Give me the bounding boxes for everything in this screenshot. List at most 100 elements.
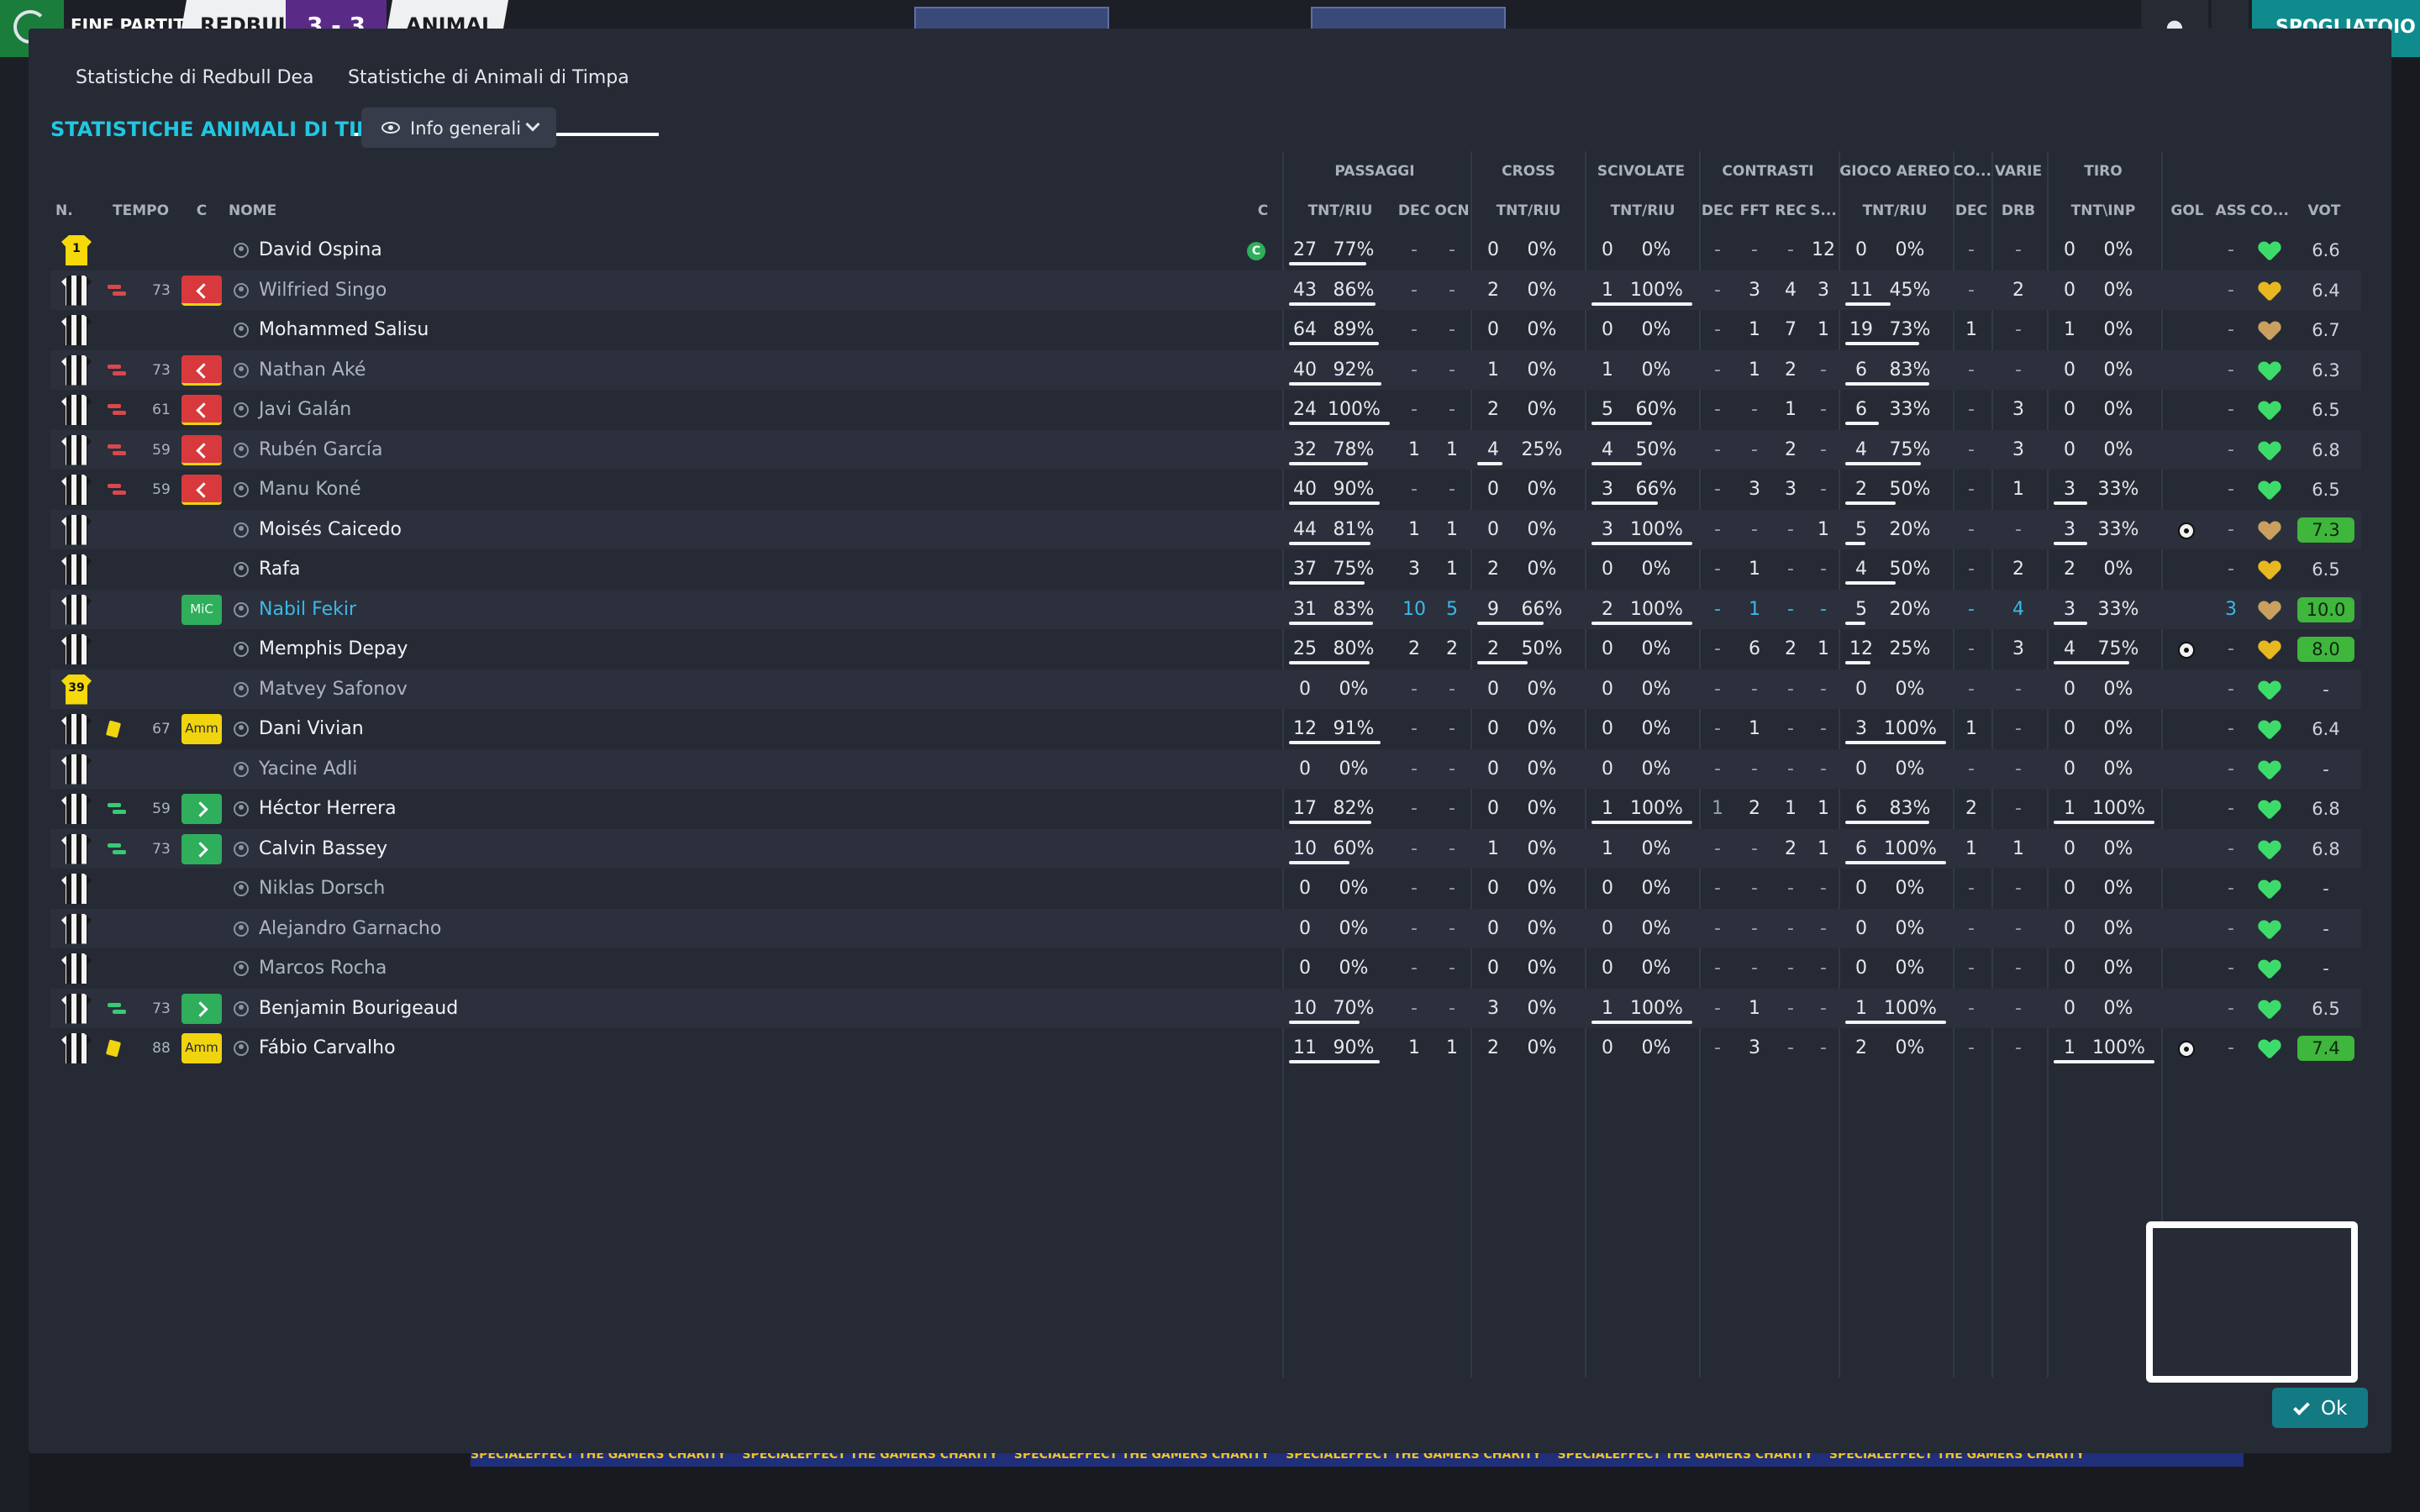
view-dropdown[interactable]: Info generali — [361, 108, 556, 148]
column-header-contr_dec[interactable]: DEC — [1699, 202, 1736, 219]
player-name[interactable]: Moisés Caicedo — [259, 519, 402, 540]
shirt-icon — [61, 953, 92, 984]
crosses-pct: 0% — [1527, 758, 1557, 780]
player-row[interactable]: Yacine Adli 0 0% - - 0 0% 0 0% - - - - 0 0% - - 0 0% - - — [50, 748, 2361, 789]
column-header-rec[interactable]: REC — [1773, 202, 1808, 219]
player-name[interactable]: Nathan Aké — [259, 360, 366, 381]
player-name[interactable]: Dani Vivian — [259, 718, 364, 739]
column-header-dec[interactable]: DEC — [1393, 202, 1435, 219]
headers-attempts: 12 — [1849, 638, 1873, 659]
contests-dec: - — [1714, 678, 1721, 700]
recoveries: 2 — [1785, 438, 1797, 460]
column-header-fft[interactable]: FFT — [1736, 202, 1773, 219]
column-header-s[interactable]: S... — [1808, 202, 1839, 219]
shots-pct: 0% — [2103, 758, 2133, 780]
player-row[interactable]: Mohammed Salisu 64 89% - -0 0% 0 0% -1 7 1 19 73% 1-1… — [50, 310, 2361, 350]
column-header-nome[interactable]: NOME — [229, 202, 296, 219]
headers-attempts: 0 — [1855, 678, 1867, 700]
player-row[interactable]: 67 Amm Dani Vivian 12 91% - - 0 0% 0 0% - 1 - - 3 100% 1 -… — [50, 709, 2361, 749]
shots-attempts: 1 — [2064, 798, 2075, 819]
player-name[interactable]: Yacine Adli — [259, 759, 357, 780]
column-header-tempo[interactable]: TEMPO — [113, 202, 169, 219]
player-name[interactable]: Fábio Carvalho — [259, 1037, 396, 1058]
tab-away-stats[interactable]: Statistiche di Animali di Timpa — [348, 67, 629, 88]
chances-created: - — [1449, 917, 1455, 939]
screen-minimap[interactable] — [2146, 1221, 2358, 1383]
recoveries: - — [1787, 917, 1794, 939]
tackles-pct: 0% — [1641, 1037, 1671, 1058]
player-row[interactable]: Moisés Caicedo 44 81% 1 1 0 0% 3 100% - - -1 5 20% - -3… — [50, 509, 2361, 549]
subbed-off-badge — [182, 354, 222, 386]
sub-out-icon — [108, 484, 126, 496]
headers-pct: 0% — [1895, 758, 1925, 780]
column-header-co_dec[interactable]: DEC — [1953, 202, 1990, 219]
player-row[interactable]: Alejandro Garnacho 0 0% - - 0 0% 0 0% - - - - 0 0% - - 0 0… — [50, 908, 2361, 948]
headers-attempts: 0 — [1855, 878, 1867, 899]
player-row[interactable]: 59 Héctor Herrera 17 82% - -0 0% 1 100% 1 2 1 1 6 83% 2… — [50, 789, 2361, 829]
player-name[interactable]: Benjamin Bourigeaud — [259, 998, 458, 1019]
contests-dec: - — [1714, 917, 1721, 939]
player-name[interactable]: Calvin Bassey — [259, 838, 387, 859]
player-row[interactable]: 73 Wilfried Singo 43 86% - -2 0% 1 100% -3 4 3 11 45%… — [50, 270, 2361, 310]
passes-attempts: 12 — [1293, 718, 1317, 739]
player-row[interactable]: 59 Manu Koné 40 90% - - 0 0% 3 66% - 3 3 - 2 50% - 1 3 33% -… — [50, 470, 2361, 510]
player-row[interactable]: 73 Nathan Aké 40 92% - - 1 0% 1 0% - 1 2 - 6 83% - - 0 0% - 6… — [50, 349, 2361, 390]
rating-badge: 6.5 — [2312, 559, 2340, 580]
player-row[interactable]: Memphis Depay 25 80% 2 2 2 50% 0 0% -6 2 1 12 25% -3 4 7… — [50, 629, 2361, 669]
column-header-vot[interactable]: VOT — [2299, 202, 2349, 219]
rating-badge: 10.0 — [2297, 596, 2354, 622]
player-name[interactable]: Nabil Fekir — [259, 599, 356, 620]
player-row[interactable]: 73 Benjamin Bourigeaud 10 70% - -3 0% 1 100% -1- -… — [50, 988, 2361, 1028]
player-name[interactable]: Niklas Dorsch — [259, 878, 385, 899]
player-name[interactable]: Javi Galán — [259, 399, 351, 420]
column-header-aereo_tnt[interactable]: TNT/RIU — [1849, 202, 1941, 219]
column-header-cross_tnt[interactable]: TNT/RIU — [1482, 202, 1575, 219]
column-header-co[interactable]: CO... — [2249, 202, 2291, 219]
player-row[interactable]: 59 Rubén García 32 78% 1 1 4 25% 4 50% - - 2 - 4 75% - 3 0… — [50, 429, 2361, 470]
player-name[interactable]: Rafa — [259, 559, 301, 580]
shots-pct: 33% — [2097, 598, 2139, 620]
player-row[interactable]: 88 Amm Fábio Carvalho 11 90% 1 1 2 0% 0 0% -3- -2 0% -… — [50, 1028, 2361, 1068]
column-header-tiro_tnt[interactable]: TNT\INP — [2057, 202, 2149, 219]
player-name[interactable]: Héctor Herrera — [259, 798, 397, 819]
player-row[interactable]: 39 Matvey Safonov 0 0% - - 0 0% 0 0% - - - - 0 0% - - 0 0% -… — [50, 669, 2361, 709]
player-name[interactable]: David Ospina — [259, 239, 382, 260]
player-name[interactable]: Mohammed Salisu — [259, 319, 429, 340]
player-row[interactable]: Marcos Rocha 0 0% - - 0 0% 0 0% - - - - 0 0% - - 0 0% - - — [50, 948, 2361, 989]
player-row[interactable]: 73 Calvin Bassey 10 60% - -1 0% 1 0% - -2 1 6 100% 1 1 0… — [50, 828, 2361, 869]
player-row[interactable]: Niklas Dorsch 0 0% - - 0 0% 0 0% - - - - 0 0% - - 0 0% - - — [50, 869, 2361, 909]
shirt-icon — [61, 993, 92, 1024]
player-name[interactable]: Alejandro Garnacho — [259, 918, 441, 939]
player-row[interactable]: Rafa 37 75% 3 1 2 0% 0 0% - 1 - - 4 50% - 2 2 0% - 6.5 — [50, 549, 2361, 590]
contests-dec: - — [1714, 518, 1721, 540]
player-name[interactable]: Memphis Depay — [259, 638, 408, 659]
ok-button[interactable]: Ok — [2272, 1388, 2368, 1428]
crosses-attempts: 1 — [1487, 359, 1499, 381]
column-header-cap[interactable]: C — [1250, 202, 1276, 219]
column-header-c[interactable]: C — [193, 202, 210, 219]
tab-home-stats[interactable]: Statistiche di Redbull Dea — [76, 67, 314, 88]
tackles-bar — [1591, 541, 1692, 545]
column-header-sciv_tnt[interactable]: TNT/RIU — [1597, 202, 1689, 219]
column-header-drb[interactable]: DRB — [1991, 202, 2045, 219]
player-row[interactable]: 61 Javi Galán 24 100% - - 2 0% 5 60% - - 1 - 6 33% - 3 0 0%… — [50, 390, 2361, 430]
player-name[interactable]: Rubén García — [259, 439, 382, 460]
column-header-pass_tnt[interactable]: TNT/RIU — [1294, 202, 1386, 219]
column-header-gol[interactable]: GOL — [2166, 202, 2208, 219]
crosses-pct: 0% — [1527, 319, 1557, 340]
player-name[interactable]: Marcos Rocha — [259, 958, 387, 979]
passes-attempts: 10 — [1293, 997, 1317, 1019]
player-row[interactable]: 1 David Ospina C 27 77% - -0 0% 0 0% - - -12 0 0% - -0 0%… — [50, 230, 2361, 270]
player-name[interactable]: Wilfried Singo — [259, 280, 387, 301]
assists: - — [2228, 638, 2234, 659]
player-row[interactable]: MiC Nabil Fekir 31 83% 10 5 9 66% 2 100% - 1 - - 5 20% -… — [50, 589, 2361, 629]
column-header-ass[interactable]: ASS — [2210, 202, 2252, 219]
column-header-ocn[interactable]: OCN — [1432, 202, 1472, 219]
passes-attempts: 64 — [1293, 319, 1317, 340]
player-name[interactable]: Matvey Safonov — [259, 679, 408, 700]
column-header-n[interactable]: N. — [55, 202, 81, 219]
person-icon — [234, 921, 249, 937]
player-name[interactable]: Manu Koné — [259, 479, 361, 500]
shots-pct: 0% — [2103, 837, 2133, 859]
passes-bar — [1289, 381, 1381, 386]
